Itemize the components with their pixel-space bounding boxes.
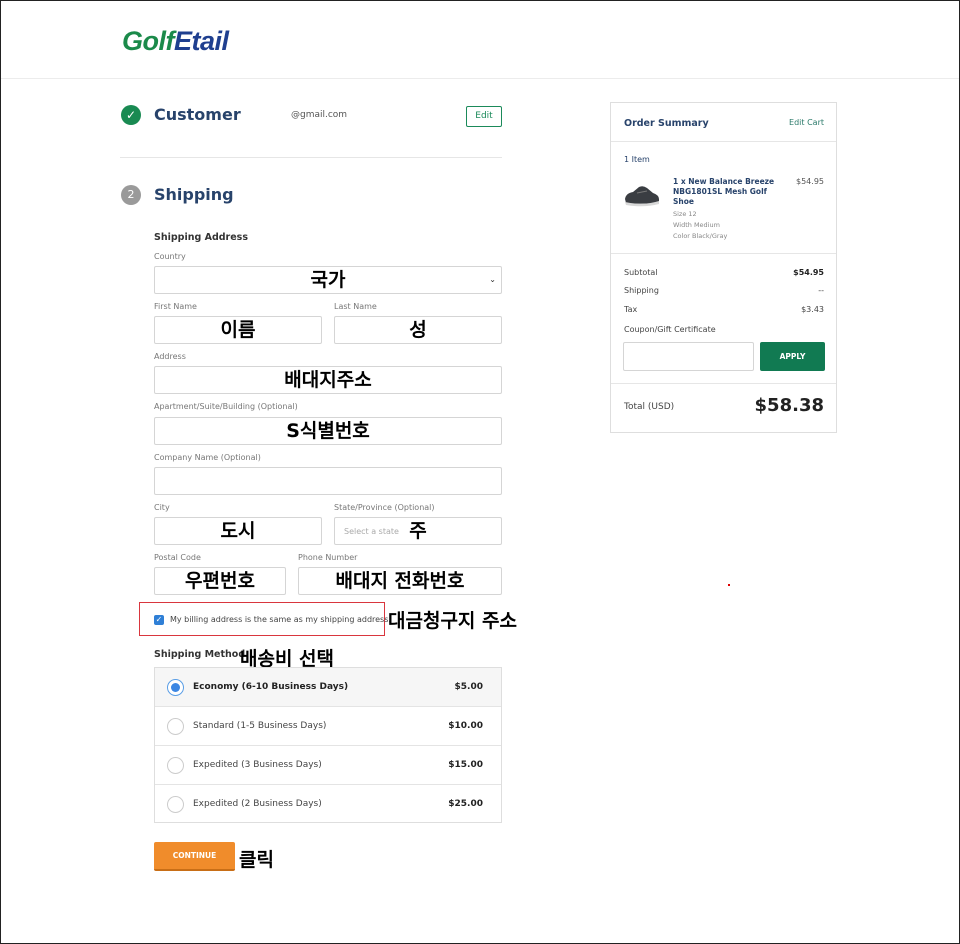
country-label: Country <box>154 252 186 261</box>
shipping-option-economy[interactable]: Economy (6-10 Business Days) $5.00 <box>155 668 501 707</box>
shipping-option-expedited-2[interactable]: Expedited (2 Business Days) $25.00 <box>155 785 501 824</box>
order-summary-title: Order Summary <box>624 118 709 129</box>
order-summary-panel: Order Summary Edit Cart 1 Item 1 x New B… <box>610 102 837 433</box>
billing-annotation: 대금청구지 주소 <box>388 610 517 632</box>
coupon-input[interactable] <box>623 342 754 371</box>
chevron-down-icon: ⌄ <box>489 275 496 284</box>
radio-selected-icon[interactable] <box>167 679 184 696</box>
shipping-cost-label: Shipping <box>624 286 659 295</box>
company-field[interactable] <box>154 467 502 495</box>
edit-customer-button[interactable]: Edit <box>466 106 502 127</box>
customer-step-title: Customer <box>154 105 241 124</box>
total-label: Total (USD) <box>624 402 675 412</box>
last-name-field[interactable]: 성 <box>334 316 502 344</box>
apartment-label: Apartment/Suite/Building (Optional) <box>154 402 298 411</box>
first-name-label: First Name <box>154 302 197 311</box>
shipping-option-name: Expedited (2 Business Days) <box>193 799 322 809</box>
postal-annotation: 우편번호 <box>185 570 255 592</box>
shipping-option-standard[interactable]: Standard (1-5 Business Days) $10.00 <box>155 707 501 746</box>
shipping-address-heading: Shipping Address <box>154 232 248 243</box>
last-name-annotation: 성 <box>409 319 427 341</box>
item-width: Width Medium <box>673 221 720 229</box>
item-price: $54.95 <box>796 177 824 186</box>
phone-field[interactable]: 배대지 전화번호 <box>298 567 502 595</box>
state-annotation: 주 <box>409 520 427 542</box>
radio-icon[interactable] <box>167 757 184 774</box>
coupon-label: Coupon/Gift Certificate <box>624 325 716 334</box>
customer-email: @gmail.com <box>291 110 348 120</box>
apartment-annotation: S식별번호 <box>286 420 370 442</box>
continue-annotation: 클릭 <box>239 849 274 871</box>
summary-divider <box>611 253 836 254</box>
shipping-step-title: Shipping <box>154 185 234 204</box>
radio-icon[interactable] <box>167 718 184 735</box>
subtotal-label: Subtotal <box>624 268 658 277</box>
golfetail-logo[interactable]: GolfEtail <box>122 26 229 57</box>
item-name[interactable]: 1 x New Balance Breeze NBG1801SL Mesh Go… <box>673 177 783 207</box>
subtotal-value: $54.95 <box>793 268 824 277</box>
city-annotation: 도시 <box>220 520 256 542</box>
shipping-option-price: $5.00 <box>454 682 483 692</box>
postal-label: Postal Code <box>154 553 201 562</box>
state-label: State/Province (Optional) <box>334 503 435 512</box>
tax-value: $3.43 <box>801 305 824 314</box>
item-size: Size 12 <box>673 210 697 218</box>
summary-divider <box>611 383 836 384</box>
header-divider <box>1 78 959 79</box>
item-color: Color Black/Gray <box>673 232 728 240</box>
city-label: City <box>154 503 170 512</box>
shipping-method-list: Economy (6-10 Business Days) $5.00 Stand… <box>154 667 502 823</box>
first-name-field[interactable]: 이름 <box>154 316 322 344</box>
radio-icon[interactable] <box>167 796 184 813</box>
continue-button[interactable]: CONTINUE <box>154 842 235 871</box>
edit-cart-link[interactable]: Edit Cart <box>789 118 824 127</box>
shipping-cost-value: -- <box>818 286 824 295</box>
apply-coupon-button[interactable]: APPLY <box>760 342 825 371</box>
shipping-option-name: Economy (6-10 Business Days) <box>193 682 349 692</box>
tax-label: Tax <box>624 305 638 314</box>
stray-mark <box>728 584 730 586</box>
address-label: Address <box>154 352 186 361</box>
phone-label: Phone Number <box>298 553 358 562</box>
total-value: $58.38 <box>754 395 824 416</box>
shipping-option-price: $25.00 <box>448 799 483 809</box>
billing-same-label[interactable]: My billing address is the same as my shi… <box>170 615 391 624</box>
apartment-field[interactable]: S식별번호 <box>154 417 502 445</box>
step-divider <box>120 157 502 158</box>
first-name-annotation: 이름 <box>220 319 256 341</box>
address-field[interactable]: 배대지주소 <box>154 366 502 394</box>
shipping-option-expedited-3[interactable]: Expedited (3 Business Days) $15.00 <box>155 746 501 785</box>
address-annotation: 배대지주소 <box>284 369 372 391</box>
golf-shoe-image <box>625 186 659 207</box>
step-number-badge: 2 <box>121 185 141 205</box>
last-name-label: Last Name <box>334 302 377 311</box>
state-field[interactable]: Select a state 주 <box>334 517 502 545</box>
phone-annotation: 배대지 전화번호 <box>335 570 465 592</box>
shipping-option-name: Standard (1-5 Business Days) <box>193 721 327 731</box>
company-label: Company Name (Optional) <box>154 453 261 462</box>
country-select[interactable]: 국가 ⌄ <box>154 266 502 294</box>
shipping-option-price: $10.00 <box>448 721 483 731</box>
checkmark-icon: ✓ <box>121 105 141 125</box>
postal-code-field[interactable]: 우편번호 <box>154 567 286 595</box>
item-count: 1 Item <box>624 155 650 164</box>
shipping-option-price: $15.00 <box>448 760 483 770</box>
billing-same-checkbox[interactable]: ✓ <box>154 615 164 625</box>
shipping-option-name: Expedited (3 Business Days) <box>193 760 322 770</box>
country-annotation: 국가 <box>310 269 346 291</box>
shipping-method-heading: Shipping Method <box>154 649 246 660</box>
city-field[interactable]: 도시 <box>154 517 322 545</box>
summary-divider <box>611 141 836 142</box>
